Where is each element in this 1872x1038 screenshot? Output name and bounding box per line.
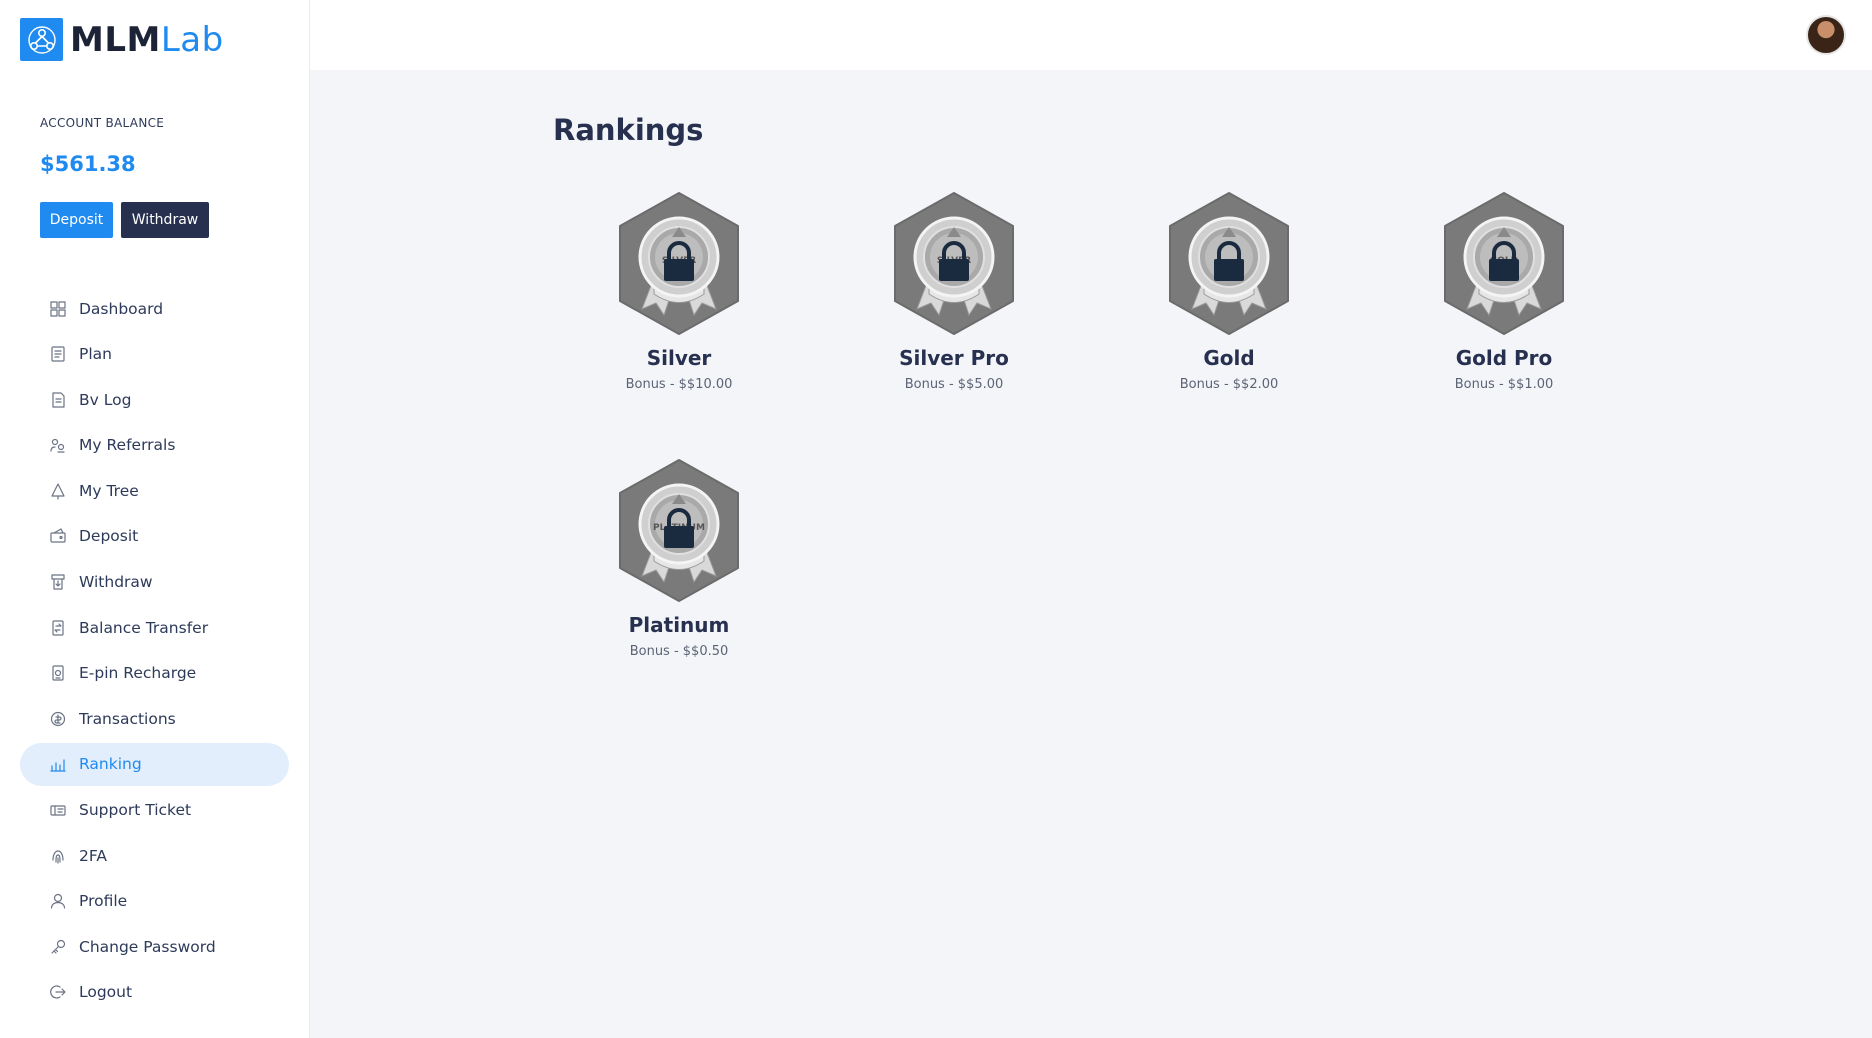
sidebar-item-plan[interactable]: Plan: [20, 333, 289, 376]
ticket-icon: [49, 801, 67, 819]
logout-icon: [49, 983, 67, 1001]
sidebar-item-withdraw[interactable]: Withdraw: [20, 561, 289, 604]
brand-name-part1: MLM: [70, 19, 161, 60]
sidebar-item-label: Dashboard: [79, 299, 164, 318]
sidebar-item-my-referrals[interactable]: My Referrals: [20, 424, 289, 467]
rank-bonus: Bonus - $$1.00: [1454, 377, 1554, 392]
bv-log-icon: [49, 391, 67, 409]
sidebar-item-label: 2FA: [79, 846, 107, 865]
sidebar: MLMLab ACCOUNT BALANCE $561.38 Deposit W…: [0, 0, 310, 1038]
fingerprint-icon: [49, 847, 67, 865]
sidebar-item-label: Profile: [79, 892, 128, 911]
sidebar-item-support-ticket[interactable]: Support Ticket: [20, 789, 289, 832]
rank-bonus: Bonus - $$0.50: [629, 644, 729, 659]
sidebar-item-label: Plan: [79, 345, 112, 364]
transactions-icon: [49, 710, 67, 728]
brand-logo[interactable]: MLMLab: [20, 18, 224, 61]
sidebar-nav: Dashboard Plan Bv Log My Referrals My Tree De…: [20, 287, 289, 1017]
rank-card[interactable]: PLATINUM Platinum Bonus - $$0.50: [579, 458, 779, 659]
sidebar-item-bv-log[interactable]: Bv Log: [20, 378, 289, 421]
rank-card[interactable]: GOLD Gold Pro Bonus - $$1.00: [1404, 191, 1604, 392]
rank-badge-icon: SILVER: [889, 191, 1019, 336]
sidebar-item-label: Change Password: [79, 937, 216, 956]
sidebar-item-transactions[interactable]: Transactions: [20, 697, 289, 740]
rank-badge-icon: SILVER: [614, 191, 744, 336]
balance-transfer-icon: [49, 619, 67, 637]
brand-name: MLMLab: [70, 23, 224, 57]
plan-icon: [49, 345, 67, 363]
withdraw-icon: [49, 573, 67, 591]
sidebar-item-e-pin-recharge[interactable]: E-pin Recharge: [20, 652, 289, 695]
sidebar-item-label: Balance Transfer: [79, 618, 209, 637]
rank-name: Platinum: [628, 613, 730, 637]
tree-icon: [49, 482, 67, 500]
rank-name: Gold Pro: [1455, 346, 1553, 370]
rank-card[interactable]: SILVER Silver Pro Bonus - $$5.00: [854, 191, 1054, 392]
sidebar-item-ranking[interactable]: Ranking: [20, 742, 289, 786]
key-icon: [49, 938, 67, 956]
rank-name: Gold: [1203, 346, 1255, 370]
rank-badge-icon: [1164, 191, 1294, 336]
rank-bonus: Bonus - $$10.00: [625, 377, 733, 392]
ranking-icon: [49, 755, 67, 773]
sidebar-item-dashboard[interactable]: Dashboard: [20, 287, 289, 330]
sidebar-item-label: Deposit: [79, 527, 139, 546]
rank-name: Silver Pro: [899, 346, 1009, 370]
deposit-icon: [49, 527, 67, 545]
rank-bonus: Bonus - $$5.00: [904, 377, 1004, 392]
rank-card[interactable]: SILVER Silver Bonus - $$10.00: [579, 191, 779, 392]
topbar: [310, 0, 1872, 70]
withdraw-button[interactable]: Withdraw: [121, 202, 209, 238]
user-icon: [49, 892, 67, 910]
referrals-icon: [49, 436, 67, 454]
epin-icon: [49, 664, 67, 682]
sidebar-item-my-tree[interactable]: My Tree: [20, 469, 289, 512]
rank-card[interactable]: Gold Bonus - $$2.00: [1129, 191, 1329, 392]
sidebar-item-label: My Tree: [79, 481, 139, 500]
page-title: Rankings: [553, 113, 704, 147]
sidebar-item-label: Logout: [79, 983, 133, 1002]
brand-name-part2: Lab: [160, 19, 224, 60]
sidebar-item-change-password[interactable]: Change Password: [20, 925, 289, 968]
rank-name: Silver: [646, 346, 712, 370]
sidebar-item-label: Withdraw: [79, 573, 153, 592]
sidebar-item-label: Support Ticket: [79, 801, 192, 820]
sidebar-item-profile[interactable]: Profile: [20, 880, 289, 923]
avatar[interactable]: [1806, 15, 1846, 55]
sidebar-item-2fa[interactable]: 2FA: [20, 834, 289, 877]
deposit-button[interactable]: Deposit: [40, 202, 113, 238]
sidebar-item-label: Bv Log: [79, 390, 132, 409]
logo-icon: [20, 18, 63, 61]
sidebar-item-label: Transactions: [79, 709, 176, 728]
rank-badge-icon: PLATINUM: [614, 458, 744, 603]
balance-label: ACCOUNT BALANCE: [40, 116, 165, 130]
rank-bonus: Bonus - $$2.00: [1179, 377, 1279, 392]
dashboard-icon: [49, 300, 67, 318]
balance-amount: $561.38: [40, 152, 136, 176]
sidebar-item-label: My Referrals: [79, 436, 176, 455]
sidebar-item-deposit[interactable]: Deposit: [20, 515, 289, 558]
rank-badge-icon: GOLD: [1439, 191, 1569, 336]
sidebar-item-label: Ranking: [79, 755, 142, 774]
sidebar-item-logout[interactable]: Logout: [20, 971, 289, 1014]
sidebar-item-label: E-pin Recharge: [79, 664, 197, 683]
sidebar-item-balance-transfer[interactable]: Balance Transfer: [20, 606, 289, 649]
